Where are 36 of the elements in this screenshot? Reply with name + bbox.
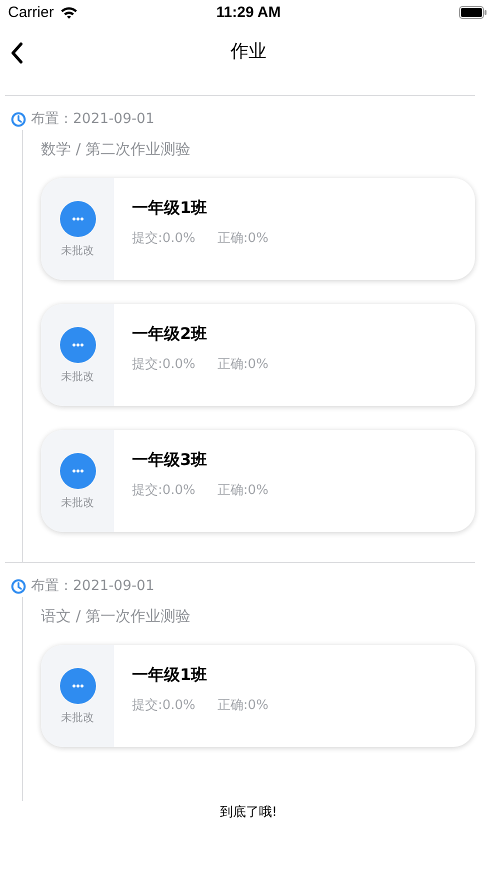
end-of-list-text: 到底了哦! [220,805,278,820]
correct-rate: 正确:0% [217,482,268,499]
status-time: 11:29 AM [216,4,281,20]
class-name: 一年级3班 [132,450,208,471]
battery-icon [459,6,487,18]
more-icon [60,452,96,488]
submit-rate: 提交:0.0% [132,697,196,714]
page-title: 作业 [230,40,266,62]
correct-rate: 正确:0% [217,697,268,714]
more-icon [60,200,96,236]
class-name: 一年级1班 [132,198,208,219]
subject-title: 语文 / 第一次作业测验 [41,606,192,627]
subject-title: 数学 / 第二次作业测验 [41,139,192,160]
wifi-icon [60,6,78,18]
submit-rate: 提交:0.0% [132,356,196,373]
grading-status: 未批改 [61,710,94,724]
class-name: 一年级2班 [132,324,208,345]
correct-rate: 正确:0% [217,230,268,247]
class-card[interactable]: 未批改 一年级1班 提交:0.0% 正确:0% [41,645,475,747]
class-card[interactable]: 未批改 一年级3班 提交:0.0% 正确:0% [41,430,475,532]
class-card[interactable]: 未批改 一年级1班 提交:0.0% 正确:0% [41,178,475,280]
submit-rate: 提交:0.0% [132,482,196,499]
assigned-date: 布置：2021-09-01 [31,110,154,128]
grading-status: 未批改 [61,368,94,384]
clock-icon [11,578,26,594]
assigned-date: 布置：2021-09-01 [31,577,154,595]
grading-status: 未批改 [61,494,94,510]
clock-icon [11,112,26,126]
correct-rate: 正确:0% [217,356,268,373]
more-icon [60,326,96,362]
submit-rate: 提交:0.0% [132,230,196,247]
carrier-label: Carrier [8,4,54,20]
grading-status: 未批改 [61,242,94,258]
class-name: 一年级1班 [132,665,208,686]
more-icon [60,668,96,704]
class-card[interactable]: 未批改 一年级2班 提交:0.0% 正确:0% [41,304,475,406]
